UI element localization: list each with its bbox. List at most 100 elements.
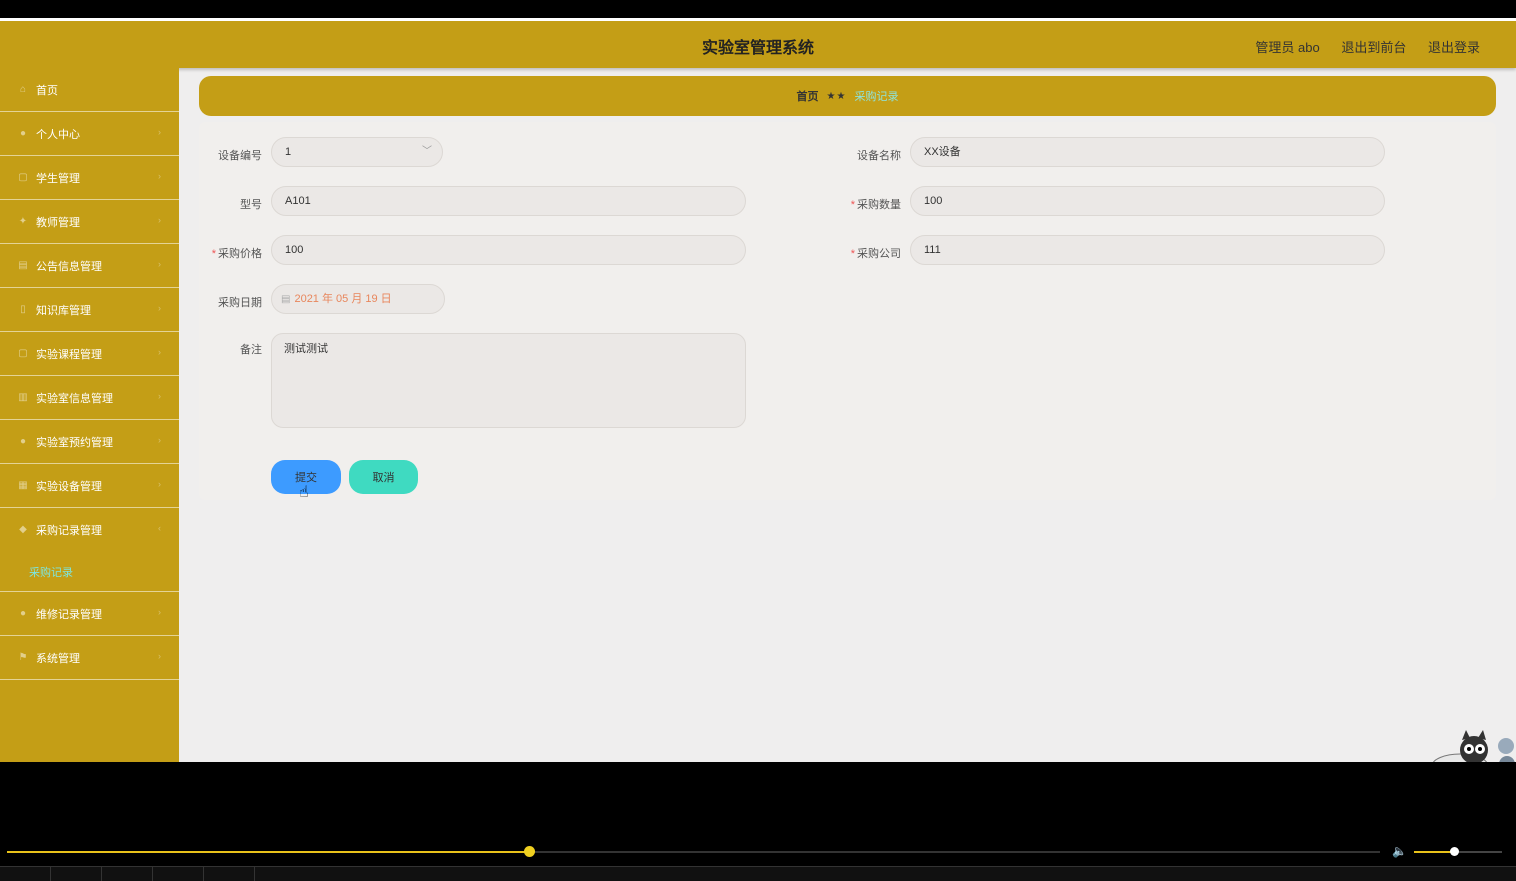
sidebar-item-purchase[interactable]: ◆ 采购记录管理 ‹ <box>0 508 179 552</box>
sidebar-item-label: 系统管理 <box>36 652 80 665</box>
required-mark: * <box>211 248 216 260</box>
sidebar-subitem-purchase-records[interactable]: 采购记录 <box>0 552 179 592</box>
header: 实验室管理系统 管理员 abo 退出到前台 退出登录 <box>0 18 1516 68</box>
sidebar-item-lab-info[interactable]: ▥ 实验室信息管理 › <box>0 376 179 420</box>
video-progress-track[interactable] <box>7 846 1380 857</box>
sidebar-item-label: 个人中心 <box>36 128 80 141</box>
chevron-icon: › <box>158 435 161 445</box>
chevron-icon: › <box>158 259 161 269</box>
cancel-button[interactable]: 取消 <box>349 460 418 494</box>
teacher-icon: ✦ <box>18 215 28 227</box>
user-icon: ● <box>19 435 27 447</box>
sidebar-item-repairs[interactable]: ● 维修记录管理 › <box>0 592 179 636</box>
taskbar-slot[interactable] <box>204 867 255 881</box>
qty-label: * 采购数量 <box>831 196 901 212</box>
date-label: 采购日期 <box>218 297 262 309</box>
volume-knob[interactable] <box>1449 847 1459 856</box>
book-icon: ▯ <box>20 303 26 315</box>
volume-icon[interactable]: 🔈 <box>1392 844 1407 858</box>
taskbar-slot[interactable] <box>102 867 153 881</box>
qty-input[interactable]: 100 <box>910 186 1385 216</box>
sidebar-item-label: 首页 <box>36 84 58 97</box>
video-progress-fill <box>7 851 529 853</box>
company-input[interactable]: 111 <box>910 235 1385 265</box>
calendar-icon: ▤ <box>281 294 291 305</box>
sidebar-item-notices[interactable]: ▤ 公告信息管理 › <box>0 244 179 288</box>
device-no-label: 设备编号 <box>218 150 262 162</box>
sidebar-item-label: 实验室预约管理 <box>36 436 113 449</box>
taskbar-slot[interactable] <box>0 867 51 881</box>
purchase-form: 设备编号 1 ﹀ 设备名称 XX设备 型号 A101 * 采购数量 100 * 采购… <box>199 122 1496 500</box>
company-label-text: 采购公司 <box>857 248 901 260</box>
volume-fill <box>1414 851 1454 853</box>
chevron-icon: › <box>158 215 161 225</box>
window-top-edge <box>0 0 1516 18</box>
header-actions: 管理员 abo 退出到前台 退出登录 <box>1237 37 1480 56</box>
sidebar-item-system[interactable]: ⚑ 系统管理 › <box>0 636 179 680</box>
model-label: 型号 <box>240 199 262 211</box>
sidebar-item-students[interactable]: ▢ 学生管理 › <box>0 156 179 200</box>
company-label: * 采购公司 <box>831 245 901 261</box>
chevron-up-icon: ‹ <box>158 523 161 533</box>
date-picker[interactable]: ▤ 2021 年 05 月 19 日 <box>271 284 445 314</box>
breadcrumb-home[interactable]: 首页 <box>797 88 819 104</box>
sidebar-item-label: 教师管理 <box>36 216 80 229</box>
taskbar-slot[interactable] <box>153 867 204 881</box>
chevron-icon: › <box>158 651 161 661</box>
device-name-label: 设备名称 <box>857 150 901 162</box>
sidebar-item-teachers[interactable]: ✦ 教师管理 › <box>0 200 179 244</box>
model-input[interactable]: A101 <box>271 186 746 216</box>
sidebar-item-profile[interactable]: ● 个人中心 › <box>0 112 179 156</box>
sidebar-item-label: 实验设备管理 <box>36 480 102 493</box>
device-name-input[interactable]: XX设备 <box>910 137 1385 167</box>
video-progress-knob[interactable] <box>523 846 535 857</box>
chevron-icon: › <box>158 347 161 357</box>
breadcrumb: 首页 ★★ 采购记录 <box>199 76 1496 116</box>
hand-cursor-icon: ☝ <box>299 484 309 501</box>
volume-track[interactable] <box>1414 847 1502 856</box>
sidebar: ⌂ 首页 ● 个人中心 › ▢ 学生管理 › ✦ 教师管理 › ▤ 公告信息管理 › ▯ 知识库管理… <box>0 68 179 762</box>
chevron-icon: › <box>158 607 161 617</box>
chart-icon: ▥ <box>18 391 28 403</box>
sidebar-item-label: 实验室信息管理 <box>36 392 113 405</box>
app-window: 实验室管理系统 管理员 abo 退出到前台 退出登录 ⌂ 首页 ● 个人中心 › ▢ 学… <box>0 18 1516 762</box>
sidebar-item-label: 知识库管理 <box>36 304 91 317</box>
device-no-select[interactable]: 1 ﹀ <box>271 137 443 167</box>
taskbar <box>0 866 1516 881</box>
price-input[interactable]: 100 <box>271 235 746 265</box>
sidebar-item-label: 公告信息管理 <box>36 260 102 273</box>
sidebar-item-label: 采购记录管理 <box>36 525 102 537</box>
device-icon: ▦ <box>18 479 28 491</box>
course-icon: ▢ <box>18 347 28 359</box>
device-no-value: 1 <box>285 146 292 158</box>
note-textarea[interactable]: 测试测试 <box>271 333 746 428</box>
breadcrumb-separator: ★★ <box>826 90 847 102</box>
chevron-icon: › <box>158 171 161 181</box>
admin-user-label: 管理员 abo <box>1255 40 1320 55</box>
chevron-icon: › <box>158 391 161 401</box>
date-value: 2021 年 05 月 19 日 <box>294 293 392 305</box>
note-label: 备注 <box>240 344 262 356</box>
user-icon: ● <box>19 607 27 619</box>
notice-icon: ▤ <box>18 259 28 271</box>
video-player-bar: 🔈 <box>0 762 1516 881</box>
flag-icon: ⚑ <box>18 651 28 663</box>
doc-icon: ▢ <box>18 171 28 183</box>
sidebar-item-courses[interactable]: ▢ 实验课程管理 › <box>0 332 179 376</box>
exit-to-front-link[interactable]: 退出到前台 <box>1341 40 1406 55</box>
taskbar-slot[interactable] <box>51 867 102 881</box>
chevron-down-icon: ﹀ <box>422 146 432 157</box>
sidebar-item-knowledge[interactable]: ▯ 知识库管理 › <box>0 288 179 332</box>
logout-link[interactable]: 退出登录 <box>1428 40 1480 55</box>
required-mark: * <box>850 199 855 211</box>
price-label-text: 采购价格 <box>218 248 262 260</box>
user-icon: ● <box>19 127 27 139</box>
sidebar-item-label: 维修记录管理 <box>36 608 102 621</box>
sidebar-item-devices[interactable]: ▦ 实验设备管理 › <box>0 464 179 508</box>
sidebar-item-label: 学生管理 <box>36 172 80 185</box>
price-label: * 采购价格 <box>192 245 262 261</box>
sidebar-item-home[interactable]: ⌂ 首页 <box>0 68 179 112</box>
chevron-icon: › <box>158 479 161 489</box>
sidebar-item-lab-booking[interactable]: ● 实验室预约管理 › <box>0 420 179 464</box>
breadcrumb-current: 采购记录 <box>854 91 899 103</box>
